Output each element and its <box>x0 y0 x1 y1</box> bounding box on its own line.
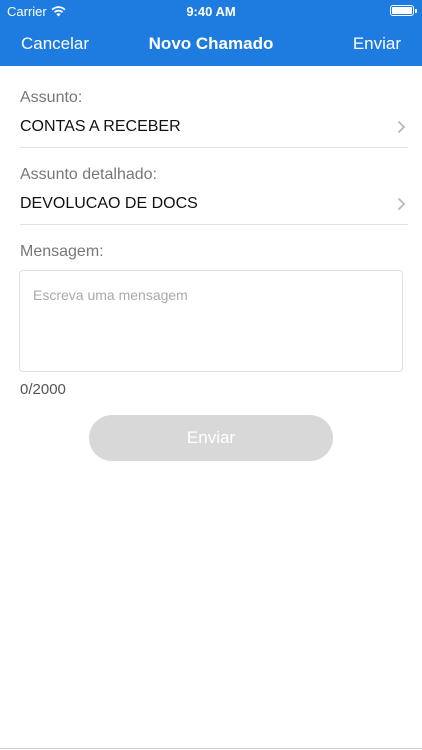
battery-icon <box>390 5 417 16</box>
chevron-right-icon <box>397 197 406 216</box>
top-bar: Carrier 9:40 AM Cancelar Novo Chamado En… <box>0 0 422 66</box>
detailed-subject-label: Assunto detalhado: <box>20 166 157 183</box>
cancel-button[interactable]: Cancelar <box>21 34 89 54</box>
detailed-subject-field: Assunto detalhado: DEVOLUCAO DE DOCS <box>20 164 408 226</box>
send-nav-button[interactable]: Enviar <box>353 34 401 54</box>
divider <box>20 147 408 148</box>
navigation-bar: Cancelar Novo Chamado Enviar <box>0 22 422 66</box>
message-input[interactable] <box>19 270 403 372</box>
status-time: 9:40 AM <box>186 4 236 19</box>
subject-field: Assunto: CONTAS A RECEBER <box>20 86 408 148</box>
divider <box>20 224 408 225</box>
message-label: Mensagem: <box>20 243 104 260</box>
bottom-divider <box>0 748 422 749</box>
detailed-subject-selector[interactable]: DEVOLUCAO DE DOCS <box>20 195 408 225</box>
status-bar: Carrier 9:40 AM <box>0 0 422 22</box>
detailed-subject-value: DEVOLUCAO DE DOCS <box>20 195 198 212</box>
character-counter: 0/2000 <box>20 381 66 398</box>
submit-button[interactable]: Enviar <box>89 415 333 461</box>
subject-value: CONTAS A RECEBER <box>20 118 181 135</box>
subject-selector[interactable]: CONTAS A RECEBER <box>20 118 408 148</box>
subject-label: Assunto: <box>20 89 83 106</box>
chevron-right-icon <box>397 120 406 139</box>
